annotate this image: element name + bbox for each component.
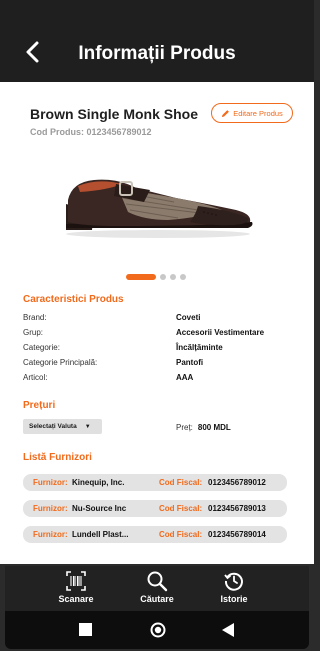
spec-value: Încălțăminte — [176, 343, 223, 352]
price-display: Preț: 800 MDL — [176, 423, 231, 432]
barcode-scan-icon — [66, 571, 86, 591]
spec-row: Categorie: Încălțăminte — [23, 343, 303, 358]
spec-value: Coveti — [176, 313, 201, 322]
tab-scan[interactable]: Scanare — [41, 570, 111, 608]
page-title: Informații Produs — [78, 43, 236, 64]
square-icon[interactable] — [79, 623, 92, 636]
spec-key: Brand: — [23, 313, 47, 322]
currency-select[interactable]: Selectați Valuta ▼ — [23, 419, 102, 434]
spec-key: Articol: — [23, 373, 48, 382]
caret-down-icon: ▼ — [84, 423, 91, 430]
carousel-dot[interactable] — [170, 274, 176, 280]
price-value: 800 MDL — [197, 423, 231, 432]
characteristics-list: Brand: Coveti Grup: Accesorii Vestimenta… — [23, 313, 303, 388]
fiscal-code-label: Cod Fiscal: — [159, 530, 203, 539]
price-label: Preț: — [176, 423, 193, 432]
supplier-item[interactable]: Furnizor: Kinequip, Inc. Cod Fiscal: 012… — [23, 474, 287, 491]
spec-key: Grup: — [23, 328, 44, 337]
fiscal-code-label: Cod Fiscal: — [159, 478, 203, 487]
characteristics-title: Caracteristici Produs — [23, 294, 124, 305]
edit-product-label: Editare Produs — [233, 108, 283, 118]
currency-select-label: Selectați Valuta — [29, 423, 77, 430]
supplier-label: Furnizor: — [33, 530, 68, 539]
tab-history-label: Istorie — [220, 594, 248, 604]
product-name: Brown Single Monk Shoe — [30, 106, 199, 122]
supplier-name: Nu-Source Inc — [72, 504, 127, 513]
supplier-name: Lundell Plast... — [72, 530, 129, 539]
supplier-label: Furnizor: — [33, 504, 68, 513]
spec-key: Categorie Principală: — [23, 358, 98, 367]
fiscal-code-value: 0123456789012 — [208, 478, 266, 487]
back-triangle-icon[interactable] — [221, 623, 235, 637]
supplier-item[interactable]: Furnizor: Lundell Plast... Cod Fiscal: 0… — [23, 526, 287, 543]
carousel-dot[interactable] — [180, 274, 186, 280]
spec-value: Pantofi — [176, 358, 204, 367]
spec-row: Brand: Coveti — [23, 313, 303, 328]
product-code: Cod Produs: 0123456789012 — [30, 127, 152, 137]
image-carousel-indicator[interactable] — [126, 274, 186, 280]
tab-history[interactable]: Istorie — [199, 570, 269, 608]
spec-value: AAA — [176, 373, 194, 382]
tab-scan-label: Scanare — [58, 594, 94, 604]
fiscal-code-label: Cod Fiscal: — [159, 504, 203, 513]
spec-row: Articol: AAA — [23, 373, 303, 388]
pencil-icon — [222, 109, 230, 117]
history-icon — [224, 572, 243, 591]
tab-search-label: Căutare — [140, 594, 174, 604]
carousel-dot-active[interactable] — [126, 274, 156, 280]
supplier-label: Furnizor: — [33, 478, 68, 487]
supplier-item[interactable]: Furnizor: Nu-Source Inc Cod Fiscal: 0123… — [23, 500, 287, 517]
bottom-tab-bar: Scanare Căutare Istorie — [5, 566, 309, 611]
product-image[interactable] — [58, 168, 258, 240]
spec-key: Categorie: — [23, 343, 60, 352]
supplier-name: Kinequip, Inc. — [72, 478, 125, 487]
fiscal-code-value: 0123456789014 — [208, 530, 266, 539]
tab-search[interactable]: Căutare — [122, 570, 192, 608]
spec-row: Categorie Principală: Pantofi — [23, 358, 303, 373]
spec-value: Accesorii Vestimentare — [176, 328, 265, 337]
home-circle-icon[interactable] — [150, 622, 166, 638]
system-nav-bar — [5, 611, 309, 649]
carousel-dot[interactable] — [160, 274, 166, 280]
edit-product-button[interactable]: Editare Produs — [211, 103, 293, 123]
spec-row: Grup: Accesorii Vestimentare — [23, 328, 303, 343]
suppliers-title: Listă Furnizori — [23, 452, 92, 463]
product-details: Brown Single Monk Shoe Cod Produs: 01234… — [0, 82, 314, 564]
prices-title: Prețuri — [23, 400, 56, 411]
top-app-bar: Informații Produs — [0, 0, 314, 82]
fiscal-code-value: 0123456789013 — [208, 504, 266, 513]
search-icon — [147, 571, 168, 592]
